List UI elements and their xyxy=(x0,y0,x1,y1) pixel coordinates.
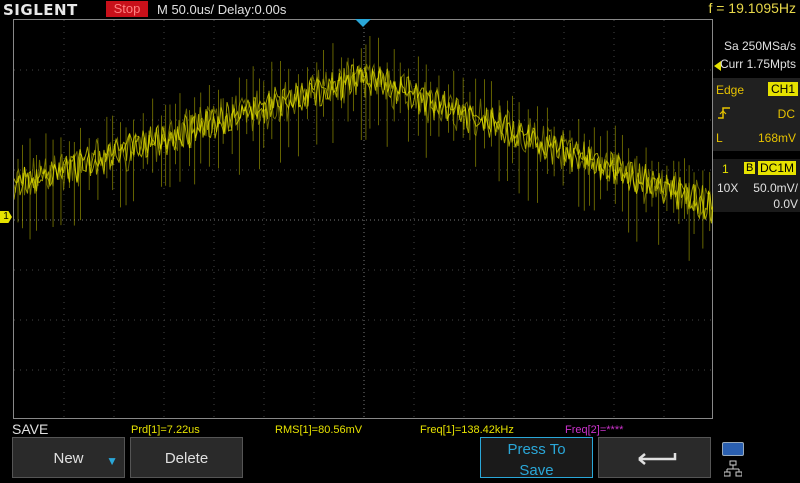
press-to-save-button[interactable]: Press To Save xyxy=(480,437,593,479)
arrow-down-icon: ▼ xyxy=(106,454,118,468)
memory-depth: Curr 1.75Mpts xyxy=(719,57,796,71)
rising-edge-icon xyxy=(717,106,731,123)
save-button-line2: Save xyxy=(519,462,554,479)
right-info-panel: Sa 250MSa/s Curr 1.75Mpts Edge CH1 DC L … xyxy=(713,19,800,419)
waveform-sweep xyxy=(14,61,714,221)
return-button[interactable] xyxy=(598,437,711,478)
delete-button-label: Delete xyxy=(164,450,209,467)
trigger-position-marker[interactable] xyxy=(355,19,371,27)
menu-title: SAVE xyxy=(12,421,49,437)
measurement-freq-ch2: Freq[2]=**** xyxy=(565,424,624,436)
delete-button[interactable]: Delete xyxy=(130,437,243,478)
channel-number: 1 xyxy=(722,162,729,176)
return-arrow-icon xyxy=(631,449,679,473)
probe-attenuation: 10X xyxy=(717,181,739,195)
new-button[interactable]: New ▼ xyxy=(12,437,125,478)
bandwidth-limit-badge: B xyxy=(744,162,756,174)
vertical-scale: 50.0mV/ xyxy=(753,181,798,195)
waveform-sweep xyxy=(14,64,714,224)
timebase-readout[interactable]: M 50.0us/ Delay:0.00s xyxy=(157,2,286,17)
top-status-bar: SIGLENT Stop M 50.0us/ Delay:0.00s f = 1… xyxy=(0,0,800,19)
frequency-counter: f = 19.1095Hz xyxy=(708,0,796,16)
ch1-waveform-trace xyxy=(14,36,714,261)
trigger-source: CH1 xyxy=(767,82,798,96)
channel1-panel[interactable]: 1 B DC1M 10X 50.0mV/ 0.0V xyxy=(713,159,800,212)
trigger-panel[interactable]: Edge CH1 DC L 168mV xyxy=(713,78,800,151)
usb-icon xyxy=(722,442,744,456)
trigger-level-label: L xyxy=(716,131,723,145)
run-stop-status[interactable]: Stop xyxy=(106,1,148,17)
waveform-display[interactable] xyxy=(13,19,714,420)
measurement-freq-ch1: Freq[1]=138.42kHz xyxy=(420,424,514,436)
channel-coupling: DC1M xyxy=(758,161,797,175)
brand-logo: SIGLENT xyxy=(3,1,78,19)
trigger-level: 168mV xyxy=(757,131,796,145)
sample-rate: Sa 250MSa/s xyxy=(723,39,796,53)
waveform-sweep xyxy=(14,68,714,220)
vertical-offset: 0.0V xyxy=(773,197,798,211)
measurement-period: Prd[1]=7.22us xyxy=(131,424,200,436)
ch1-offset-marker[interactable]: 1 xyxy=(0,211,12,223)
trigger-mode: Edge xyxy=(716,83,745,97)
trigger-coupling: DC xyxy=(777,107,795,121)
measurement-rms: RMS[1]=80.56mV xyxy=(275,424,363,436)
save-button-line1: Press To xyxy=(507,441,566,458)
